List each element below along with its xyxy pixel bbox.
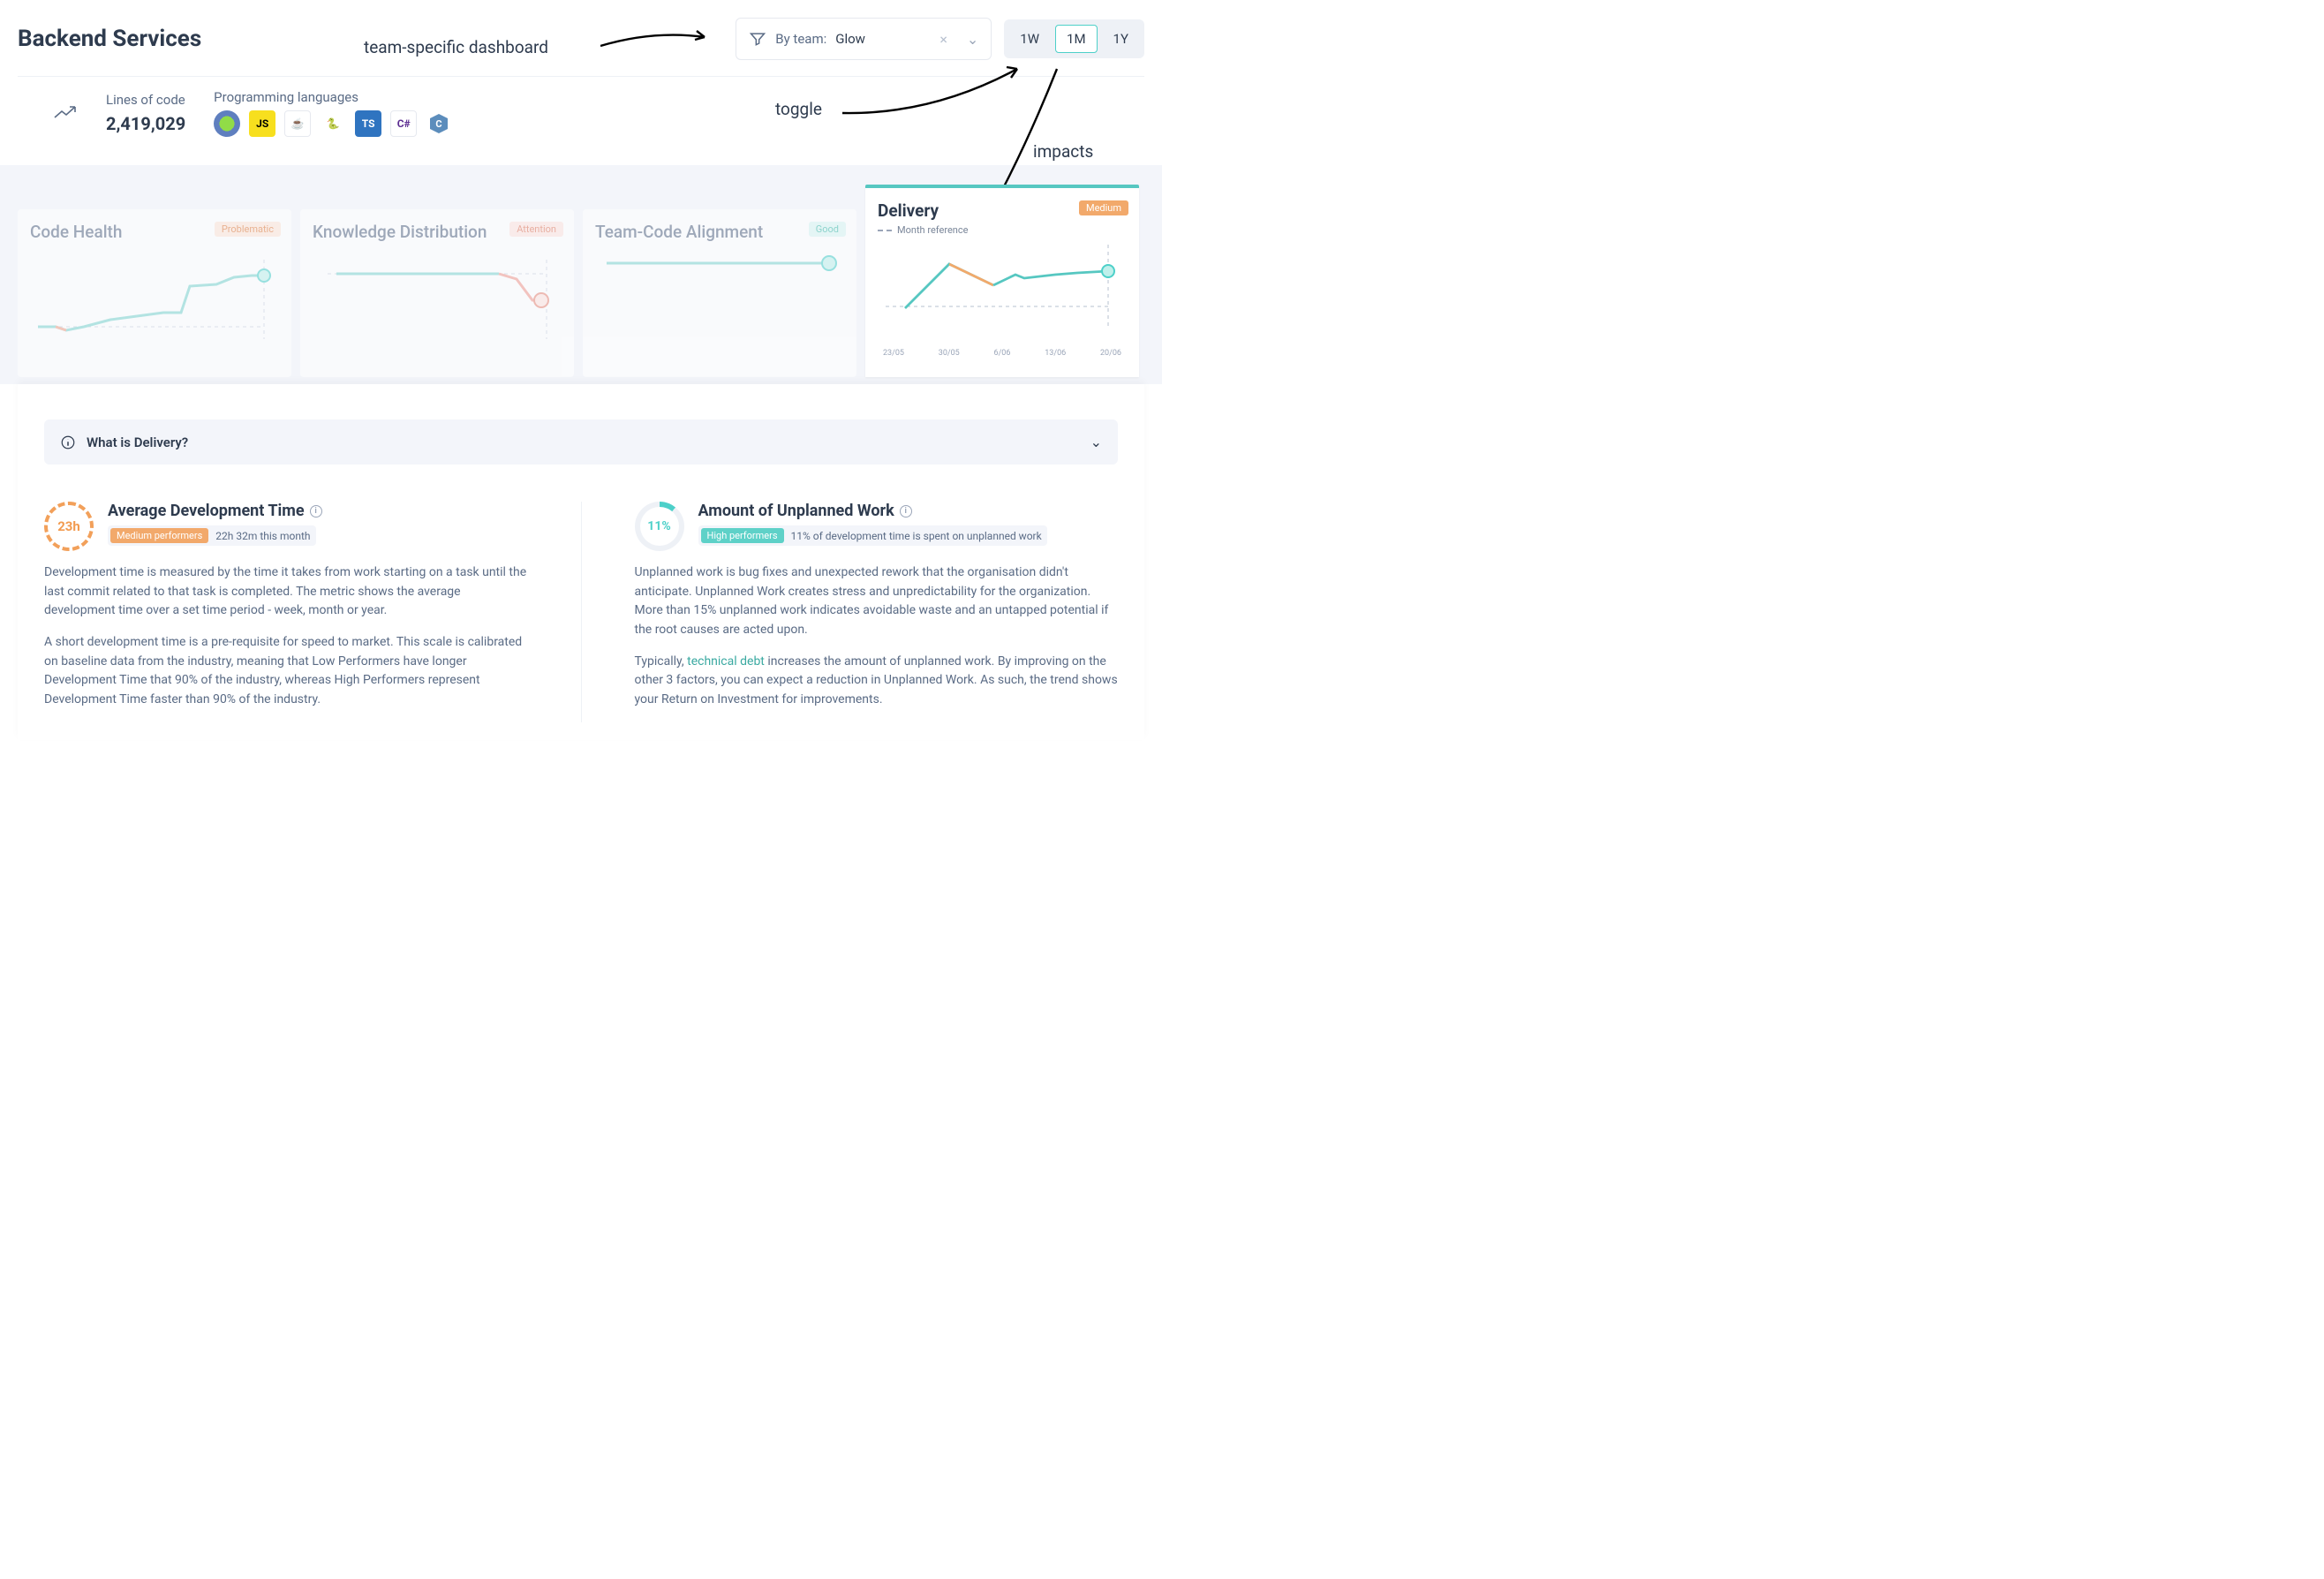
delivery-detail-panel: What is Delivery? ⌄ 23h Average Developm…: [18, 384, 1144, 740]
filter-label: By team:: [775, 31, 826, 47]
lines-of-code-stat: Lines of code 2,419,029: [106, 92, 185, 134]
status-badge: Attention: [509, 222, 563, 237]
loc-label: Lines of code: [106, 92, 185, 108]
chevron-down-icon: ⌄: [1090, 434, 1102, 450]
metric-subtext: 22h 32m this month: [215, 530, 310, 542]
avg-dev-time-metric: 23h Average Development Timei Medium per…: [44, 502, 528, 722]
divider: [581, 502, 582, 722]
performer-badge: Medium performers: [110, 528, 208, 543]
info-icon: [60, 434, 76, 450]
lang-java-icon: ☕: [284, 110, 311, 137]
x-axis: 23/0530/056/0613/0620/06: [878, 345, 1127, 358]
what-is-delivery-accordion[interactable]: What is Delivery? ⌄: [44, 419, 1118, 465]
lang-cpp-icon: C: [426, 110, 452, 137]
annotation-toggle: toggle: [775, 99, 822, 119]
time-1w-button[interactable]: 1W: [1009, 26, 1050, 52]
code-health-card[interactable]: Code Health Problematic: [18, 209, 291, 377]
filter-value: Glow: [835, 31, 865, 47]
status-badge: Medium: [1079, 200, 1128, 215]
page-title: Backend Services: [18, 26, 201, 52]
chevron-down-icon[interactable]: ⌄: [967, 31, 978, 48]
delivery-card[interactable]: Delivery Medium Month reference 23/0530/…: [865, 185, 1139, 377]
metric-subtext: 11% of development time is spent on unpl…: [791, 530, 1042, 542]
loc-value: 2,419,029: [106, 113, 185, 134]
knowledge-sparkline: [313, 242, 562, 348]
lang-csharp-icon: C#: [390, 110, 417, 137]
alignment-sparkline: [595, 242, 844, 348]
info-icon[interactable]: i: [900, 505, 912, 518]
lang-clojure-icon: [214, 110, 240, 137]
programming-languages-stat: Programming languages JS ☕ 🐍 TS C# C: [214, 89, 452, 137]
lang-ts-icon: TS: [355, 110, 381, 137]
svg-text:C: C: [436, 118, 442, 130]
card-title: Team-Code Alignment: [595, 222, 844, 242]
metric-title: Amount of Unplanned Worki: [698, 502, 1047, 520]
metric-title: Average Development Timei: [108, 502, 322, 520]
filter-icon: [749, 30, 766, 48]
langs-label: Programming languages: [214, 89, 452, 105]
team-code-alignment-card[interactable]: Team-Code Alignment Good: [583, 209, 856, 377]
delivery-chart: [878, 236, 1127, 342]
time-range-toggle: 1W 1M 1Y: [1004, 19, 1144, 58]
unplanned-ring: 11%: [635, 502, 684, 551]
annotation-team-dashboard: team-specific dashboard: [364, 37, 548, 57]
time-1y-button[interactable]: 1Y: [1103, 26, 1139, 52]
unplanned-work-metric: 11% Amount of Unplanned Worki High perfo…: [635, 502, 1119, 722]
code-health-sparkline: [30, 242, 279, 348]
info-icon[interactable]: i: [310, 505, 322, 518]
time-1m-button[interactable]: 1M: [1055, 25, 1098, 53]
clear-filter-icon[interactable]: ×: [939, 31, 947, 48]
performer-badge: High performers: [701, 528, 784, 543]
lang-js-icon: JS: [249, 110, 275, 137]
trend-up-icon: [53, 105, 78, 121]
team-filter[interactable]: By team: Glow × ⌄: [736, 18, 992, 60]
status-badge: Problematic: [215, 222, 281, 237]
legend: Month reference: [878, 224, 1127, 236]
metric-paragraph: Typically, technical debt increases the …: [635, 653, 1119, 710]
accordion-title: What is Delivery?: [87, 434, 188, 450]
lang-python-icon: 🐍: [320, 110, 346, 137]
status-badge: Good: [809, 222, 846, 237]
metric-paragraph: Unplanned work is bug fixes and unexpect…: [635, 563, 1119, 640]
knowledge-distribution-card[interactable]: Knowledge Distribution Attention: [300, 209, 574, 377]
metric-paragraph: A short development time is a pre-requis…: [44, 633, 528, 710]
technical-debt-link[interactable]: technical debt: [687, 654, 765, 669]
arrow-icon: [600, 25, 715, 60]
metric-paragraph: Development time is measured by the time…: [44, 563, 528, 621]
avg-dev-ring: 23h: [44, 502, 94, 551]
